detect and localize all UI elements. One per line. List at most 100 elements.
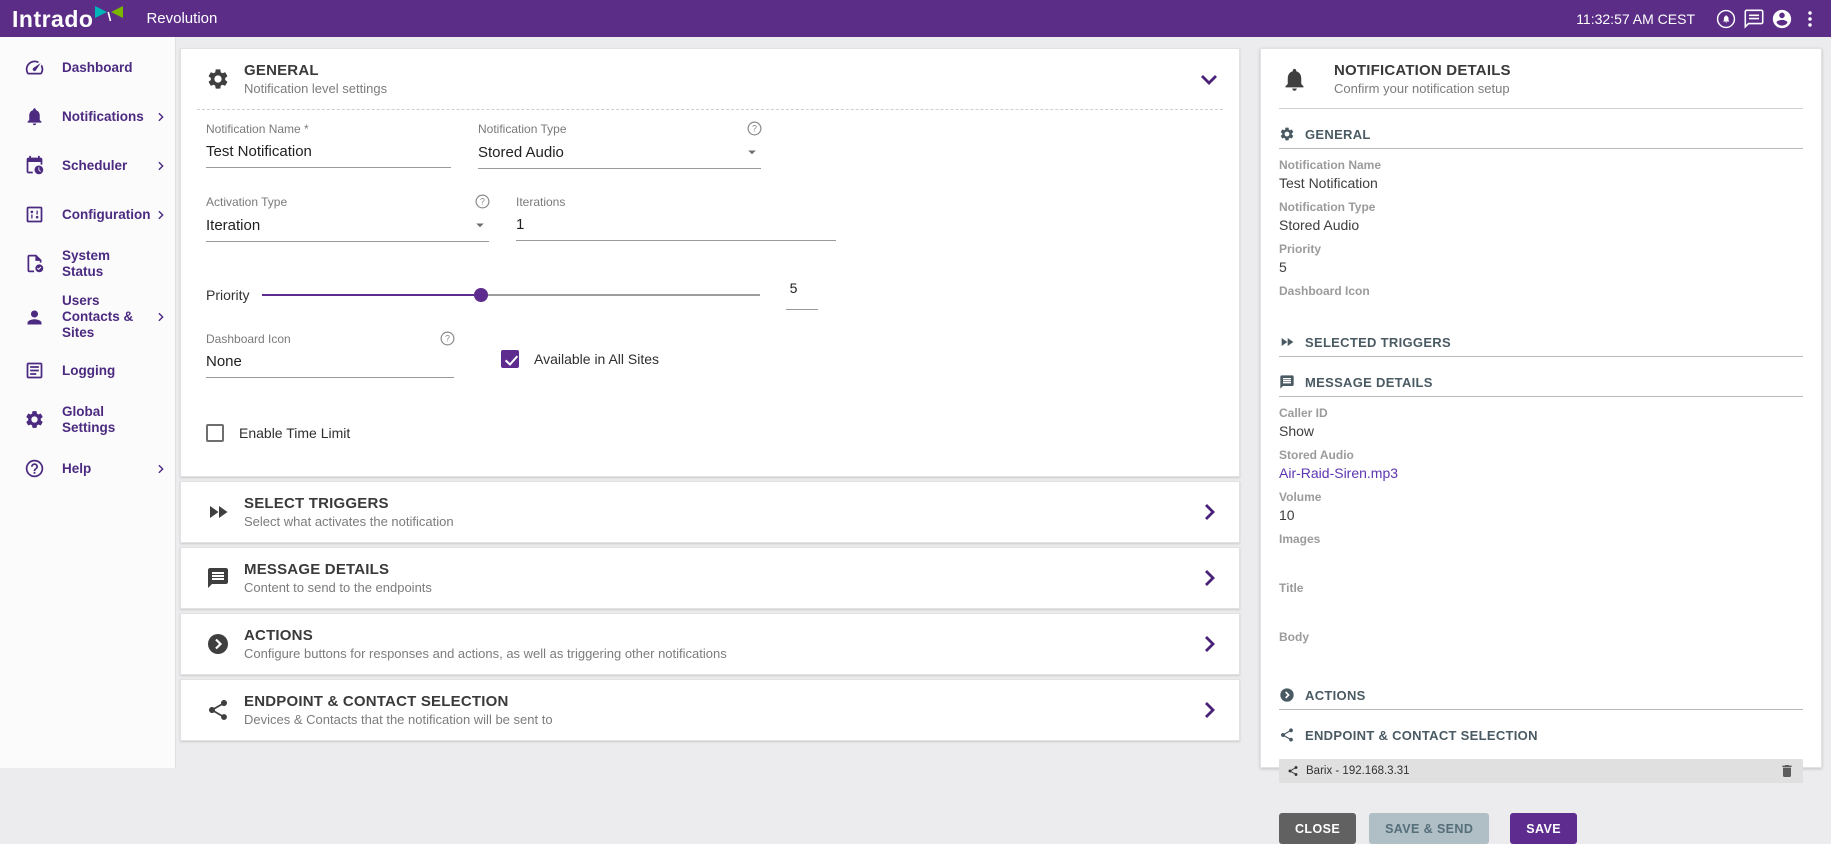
chevron-down-icon[interactable]	[1197, 67, 1221, 91]
fast-forward-icon	[206, 500, 230, 524]
dropdown-caret-icon[interactable]	[743, 143, 761, 161]
logo-text: Intrado	[12, 4, 93, 34]
section-subtitle: Notification level settings	[244, 81, 387, 96]
save-button[interactable]: SAVE	[1510, 813, 1577, 844]
sidebar-item-scheduler[interactable]: Scheduler	[0, 141, 175, 190]
iterations-field: Iterations 1	[516, 195, 836, 242]
summary-field: Body	[1279, 630, 1803, 663]
notification-name-input[interactable]: Test Notification	[206, 141, 451, 168]
chevron-right-icon[interactable]	[1197, 566, 1221, 590]
notification-type-select[interactable]: Stored Audio	[478, 141, 761, 169]
stored-audio-link[interactable]: Air-Raid-Siren.mp3	[1279, 465, 1803, 481]
notification-editor: GENERAL Notification level settings Noti…	[180, 48, 1240, 741]
clock: 11:32:57 AM CEST	[1576, 11, 1695, 27]
actions-header[interactable]: ACTIONS Configure buttons for responses …	[181, 614, 1239, 674]
summary-field: Volume 10	[1279, 490, 1803, 523]
messages-icon[interactable]	[1743, 8, 1765, 30]
sidebar-item-dashboard[interactable]: Dashboard	[0, 43, 175, 92]
sidebar-item-logging[interactable]: Logging	[0, 346, 175, 395]
share-icon	[1279, 727, 1295, 743]
priority-value[interactable]: 5	[786, 280, 818, 310]
checkbox-checked[interactable]	[501, 350, 519, 368]
chevron-right-icon	[154, 311, 167, 324]
summary-field: Notification Type Stored Audio	[1279, 200, 1803, 233]
priority-row: Priority 5	[206, 280, 1214, 310]
bell-icon	[1281, 66, 1308, 93]
help-icon[interactable]: ?	[439, 330, 456, 347]
summary-field: Title	[1279, 581, 1803, 614]
help-icon[interactable]: ?	[474, 193, 491, 210]
panel-subtitle: Confirm your notification setup	[1334, 81, 1511, 96]
account-icon[interactable]	[1771, 8, 1793, 30]
summary-field: Notification Name Test Notification	[1279, 158, 1803, 191]
actions-card: ACTIONS Configure buttons for responses …	[180, 613, 1240, 675]
endpoint-contact-header[interactable]: ENDPOINT & CONTACT SELECTION Devices & C…	[181, 680, 1239, 740]
notification-type-field: Notification Type Stored Audio ?	[478, 122, 761, 169]
summary-field: Dashboard Icon	[1279, 284, 1803, 317]
dragonfly-icon	[94, 5, 124, 22]
help-circle-icon	[24, 458, 45, 479]
sidebar-item-system-status[interactable]: System Status	[0, 239, 175, 288]
panel-title: NOTIFICATION DETAILS	[1334, 62, 1511, 79]
enable-time-limit-checkbox-row[interactable]: Enable Time Limit	[206, 424, 1214, 446]
chevron-right-icon[interactable]	[1197, 500, 1221, 524]
more-menu-icon[interactable]	[1799, 8, 1821, 30]
document-check-icon	[24, 253, 45, 274]
sidebar-item-configuration[interactable]: Configuration	[0, 190, 175, 239]
share-icon	[1287, 765, 1299, 777]
details-panel-header: NOTIFICATION DETAILS Confirm your notifi…	[1279, 49, 1803, 109]
endpoint-list-item: Barix - 192.168.3.31	[1279, 759, 1803, 783]
panel-action-buttons: CLOSE SAVE & SEND SAVE	[1279, 813, 1803, 844]
message-details-card: MESSAGE DETAILS Content to send to the e…	[180, 547, 1240, 609]
calendar-clock-icon	[24, 155, 45, 176]
chevron-right-icon	[154, 208, 167, 221]
endpoint-contact-card: ENDPOINT & CONTACT SELECTION Devices & C…	[180, 679, 1240, 741]
dropdown-caret-icon[interactable]	[471, 216, 489, 234]
dashboard-icon-select[interactable]: None	[206, 351, 454, 378]
details-endpoint-header: ENDPOINT & CONTACT SELECTION	[1279, 727, 1803, 749]
log-document-icon	[24, 360, 45, 381]
sidebar-item-help[interactable]: Help	[0, 444, 175, 493]
circle-arrow-icon	[1279, 687, 1295, 703]
chevron-right-icon[interactable]	[1197, 632, 1221, 656]
available-all-sites-checkbox-row[interactable]: Available in All Sites	[501, 350, 659, 378]
top-app-bar: Intrado Revolution 11:32:57 AM CEST	[0, 0, 1831, 37]
help-icon[interactable]: ?	[746, 120, 763, 137]
activation-type-field: Activation Type Iteration ?	[206, 195, 489, 242]
delete-endpoint-icon[interactable]	[1779, 763, 1795, 779]
select-triggers-card: SELECT TRIGGERS Select what activates th…	[180, 481, 1240, 543]
intrado-logo[interactable]: Intrado	[12, 4, 124, 34]
configuration-icon	[24, 204, 45, 225]
priority-slider[interactable]	[262, 288, 760, 302]
topbar-actions: 11:32:57 AM CEST	[1576, 8, 1821, 30]
iterations-input[interactable]: 1	[516, 214, 836, 241]
priority-label: Priority	[206, 287, 250, 303]
save-and-send-button[interactable]: SAVE & SEND	[1369, 813, 1489, 844]
select-triggers-header[interactable]: SELECT TRIGGERS Select what activates th…	[181, 482, 1239, 542]
fast-forward-icon	[1279, 334, 1295, 350]
chevron-right-icon[interactable]	[1197, 698, 1221, 722]
summary-field: Caller ID Show	[1279, 406, 1803, 439]
notification-name-field: Notification Name * Test Notification	[206, 122, 451, 169]
close-button[interactable]: CLOSE	[1279, 813, 1356, 844]
circle-arrow-icon	[206, 632, 230, 656]
chevron-right-icon	[154, 110, 167, 123]
chat-bubble-icon	[206, 566, 230, 590]
sidebar-item-users-contacts-sites[interactable]: Users Contacts & Sites	[0, 288, 175, 346]
sidebar-item-notifications[interactable]: Notifications	[0, 92, 175, 141]
activation-type-select[interactable]: Iteration	[206, 214, 489, 242]
details-general-header: GENERAL	[1279, 126, 1803, 149]
slider-thumb-handle[interactable]	[474, 288, 488, 302]
summary-field: Priority 5	[1279, 242, 1803, 275]
summary-field: Stored Audio Air-Raid-Siren.mp3	[1279, 448, 1803, 481]
checkbox-unchecked[interactable]	[206, 424, 224, 442]
chevron-right-icon	[154, 159, 167, 172]
message-details-header[interactable]: MESSAGE DETAILS Content to send to the e…	[181, 548, 1239, 608]
alarm-icon[interactable]	[1715, 8, 1737, 30]
gear-icon	[206, 67, 230, 91]
share-icon	[206, 698, 230, 722]
notification-details-panel: NOTIFICATION DETAILS Confirm your notifi…	[1260, 48, 1822, 768]
general-section-header[interactable]: GENERAL Notification level settings	[181, 49, 1239, 109]
sidebar-item-global-settings[interactable]: Global Settings	[0, 395, 175, 444]
svg-text:?: ?	[752, 124, 757, 134]
